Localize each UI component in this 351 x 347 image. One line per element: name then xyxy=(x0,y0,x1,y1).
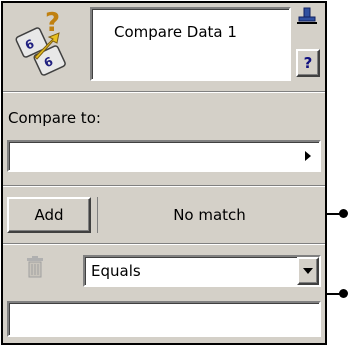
value-field[interactable] xyxy=(7,301,321,337)
chevron-down-icon xyxy=(303,268,313,274)
operator-dropdown-button[interactable] xyxy=(297,257,319,285)
match-connector-dot[interactable] xyxy=(339,209,348,218)
add-button[interactable]: Add xyxy=(7,197,91,233)
pin-icon[interactable] xyxy=(296,7,318,29)
divider xyxy=(3,91,325,93)
compare-to-label: Compare to: xyxy=(8,109,101,127)
divider xyxy=(3,185,325,187)
help-label: ? xyxy=(303,54,313,72)
match-status-box: No match xyxy=(97,197,321,233)
compare-data-node: ? 6 6 Compare Data 1 ? Compare to: Add N… xyxy=(1,1,327,345)
compare-to-expand-button[interactable] xyxy=(297,142,319,170)
node-title-field[interactable]: Compare Data 1 xyxy=(90,7,291,81)
add-label: Add xyxy=(34,206,64,224)
match-status: No match xyxy=(173,206,246,224)
nomatch-connector-dot[interactable] xyxy=(339,289,348,298)
operator-selected: Equals xyxy=(91,262,141,280)
compare-to-field[interactable] xyxy=(7,140,321,172)
compare-data-icon: ? 6 6 xyxy=(9,8,81,79)
trash-icon[interactable] xyxy=(23,255,47,279)
operator-select[interactable]: Equals xyxy=(83,255,321,287)
divider xyxy=(3,243,325,245)
node-title: Compare Data 1 xyxy=(114,23,237,41)
play-right-icon xyxy=(305,151,311,161)
help-button[interactable]: ? xyxy=(296,49,320,77)
